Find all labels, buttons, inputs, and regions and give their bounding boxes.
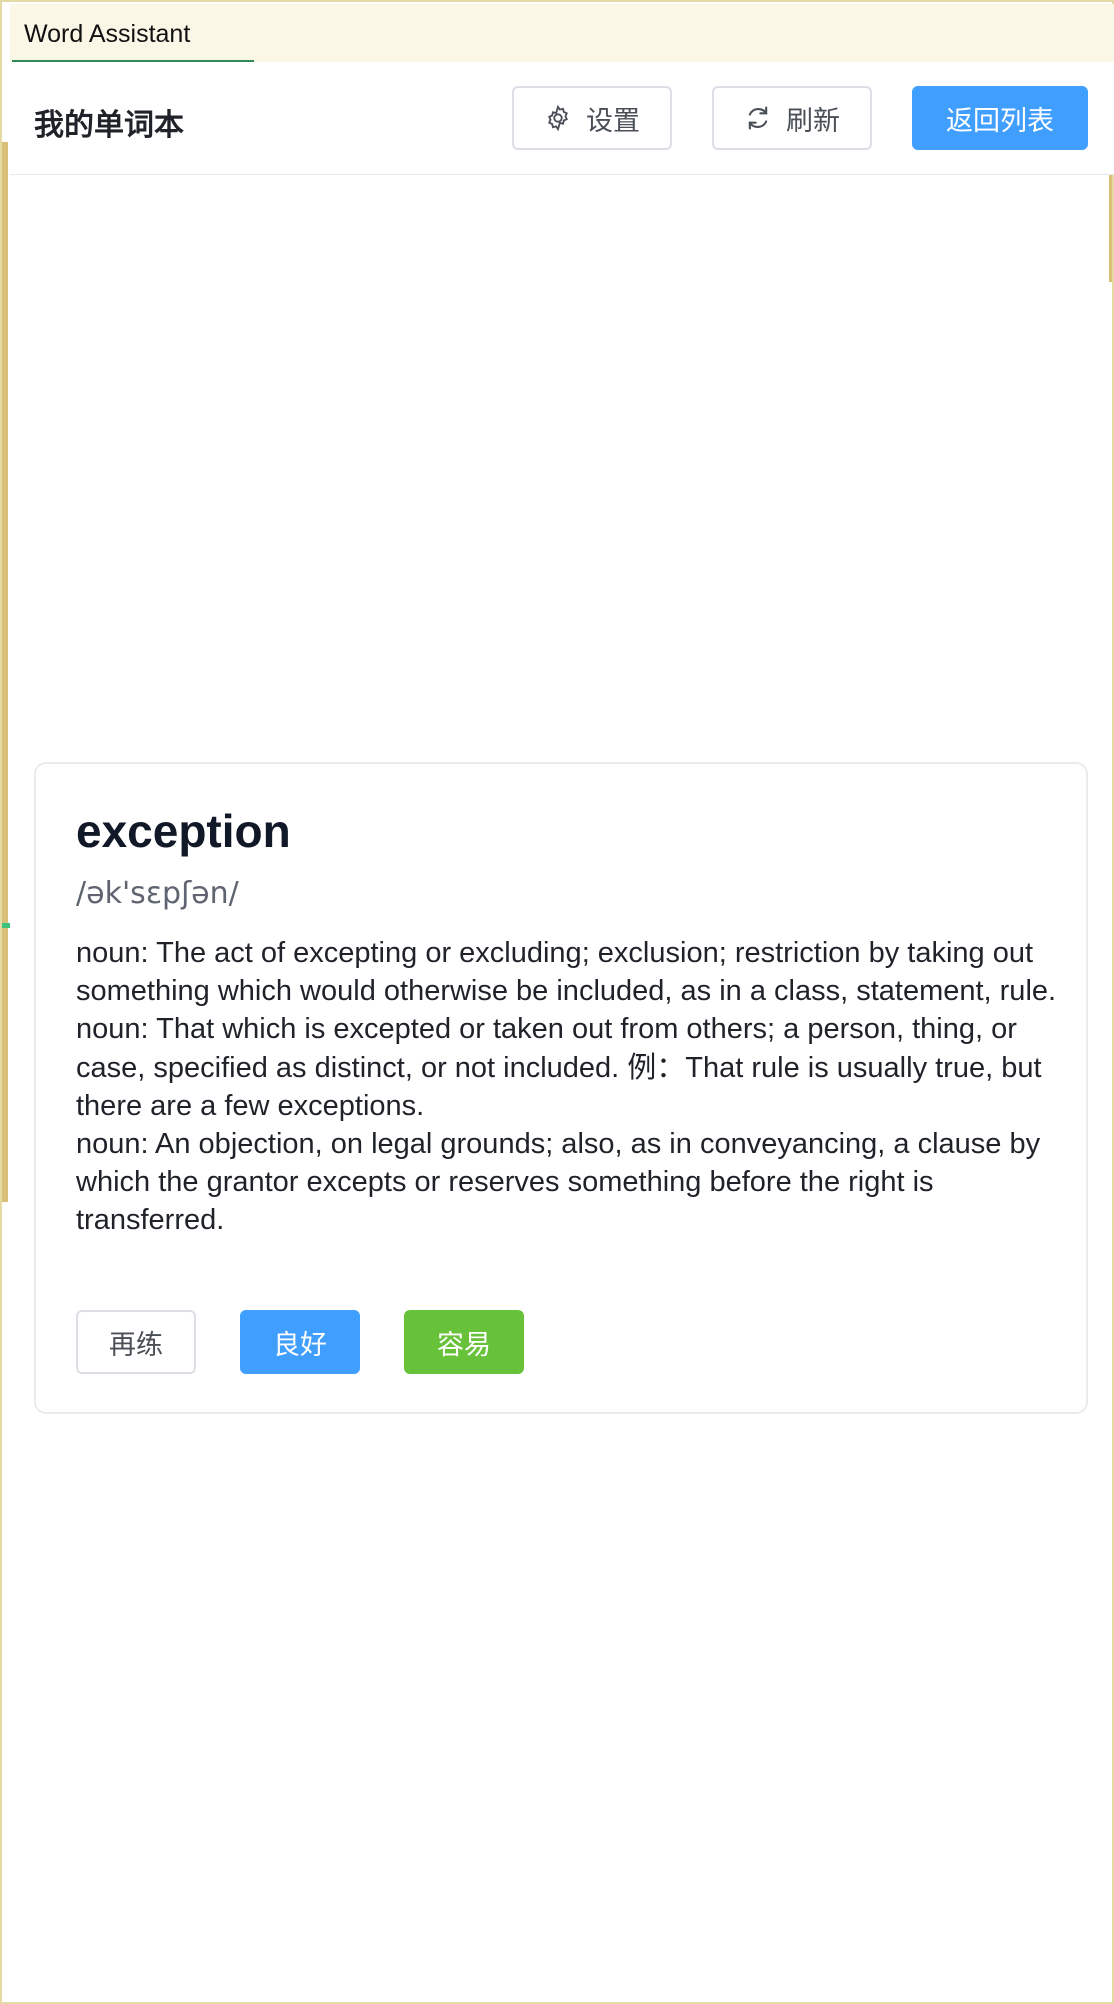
definition-item: noun: The act of excepting or excluding;… xyxy=(76,937,1057,1008)
refresh-button[interactable]: 刷新 xyxy=(712,86,872,150)
word-card: exception /ək'sɛpʃən/ noun: The act of e… xyxy=(34,762,1088,1414)
easy-button[interactable]: 容易 xyxy=(404,1310,524,1374)
app-window: Word Assistant 我的单词本 设置 刷新 返回列表 exceptio… xyxy=(0,0,1114,2004)
definition-item: noun: That which is excepted or taken ou… xyxy=(76,1013,1042,1122)
settings-button[interactable]: 设置 xyxy=(512,86,672,150)
word-title: exception xyxy=(76,805,291,857)
again-button[interactable]: 再练 xyxy=(76,1310,196,1374)
refresh-icon xyxy=(744,104,772,132)
definitions: noun: The act of excepting or excluding;… xyxy=(76,934,1066,1240)
left-edge-marker xyxy=(2,923,10,928)
refresh-label: 刷新 xyxy=(786,105,840,137)
back-to-list-button[interactable]: 返回列表 xyxy=(912,86,1088,150)
phonetic: /ək'sɛpʃən/ xyxy=(76,876,239,911)
tab-word-assistant[interactable]: Word Assistant xyxy=(12,4,254,62)
left-edge-accent xyxy=(2,142,8,1202)
settings-label: 设置 xyxy=(586,105,640,137)
definition-item: noun: An objection, on legal grounds; al… xyxy=(76,1128,1041,1237)
page-title: 我的单词本 xyxy=(34,108,184,143)
tab-label: Word Assistant xyxy=(24,20,191,48)
tab-strip: Word Assistant xyxy=(10,4,1114,62)
good-button[interactable]: 良好 xyxy=(240,1310,360,1374)
page-header: 我的单词本 设置 刷新 返回列表 xyxy=(10,62,1114,175)
gear-icon xyxy=(544,104,572,132)
